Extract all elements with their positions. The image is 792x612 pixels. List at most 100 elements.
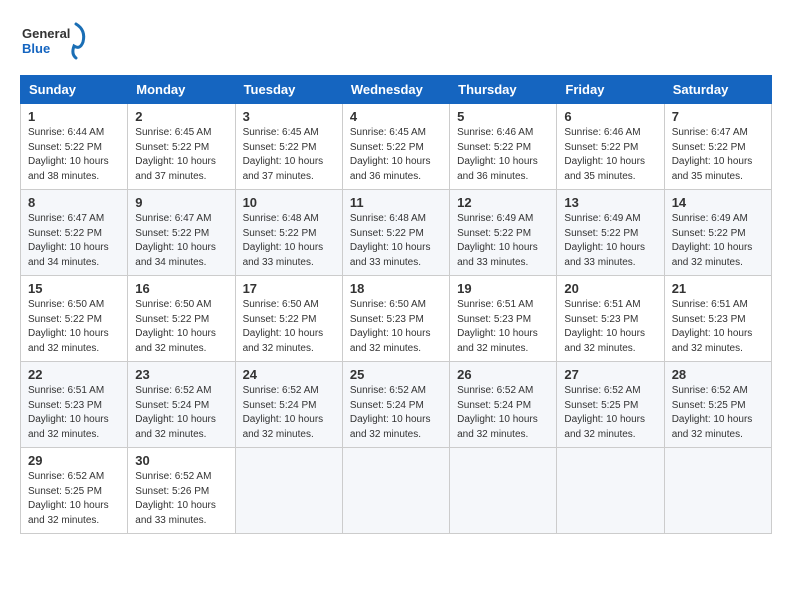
cell-text: Sunrise: 6:52 AM Sunset: 5:25 PM Dayligh… [672,384,764,442]
calendar-cell: 5 Sunrise: 6:46 AM Sunset: 5:22 PM Daylig… [450,104,557,190]
calendar-cell: 15 Sunrise: 6:50 AM Sunset: 5:22 PM Dayli… [21,276,128,362]
calendar-cell: 23 Sunrise: 6:52 AM Sunset: 5:24 PM Dayli… [128,362,235,448]
cell-text: Sunrise: 6:50 AM Sunset: 5:22 PM Dayligh… [28,298,120,356]
cell-text: Sunrise: 6:49 AM Sunset: 5:22 PM Dayligh… [672,212,764,270]
cell-text: Sunrise: 6:47 AM Sunset: 5:22 PM Dayligh… [672,126,764,184]
calendar-cell: 21 Sunrise: 6:51 AM Sunset: 5:23 PM Dayli… [664,276,771,362]
cell-text: Sunrise: 6:49 AM Sunset: 5:22 PM Dayligh… [457,212,549,270]
cell-text: Sunrise: 6:52 AM Sunset: 5:24 PM Dayligh… [243,384,335,442]
day-number: 4 [350,109,442,124]
day-number: 18 [350,281,442,296]
cell-text: Sunrise: 6:44 AM Sunset: 5:22 PM Dayligh… [28,126,120,184]
calendar-cell: 14 Sunrise: 6:49 AM Sunset: 5:22 PM Dayli… [664,190,771,276]
calendar-cell: 3 Sunrise: 6:45 AM Sunset: 5:22 PM Daylig… [235,104,342,190]
day-number: 8 [28,195,120,210]
cell-text: Sunrise: 6:50 AM Sunset: 5:22 PM Dayligh… [135,298,227,356]
week-row-3: 15 Sunrise: 6:50 AM Sunset: 5:22 PM Dayli… [21,276,772,362]
day-number: 1 [28,109,120,124]
calendar-cell: 29 Sunrise: 6:52 AM Sunset: 5:25 PM Dayli… [21,448,128,534]
cell-text: Sunrise: 6:52 AM Sunset: 5:25 PM Dayligh… [28,470,120,528]
calendar-cell: 10 Sunrise: 6:48 AM Sunset: 5:22 PM Dayli… [235,190,342,276]
day-number: 28 [672,367,764,382]
day-number: 16 [135,281,227,296]
calendar-cell: 28 Sunrise: 6:52 AM Sunset: 5:25 PM Dayli… [664,362,771,448]
calendar-cell: 19Sunrise: 6:51 AM Sunset: 5:23 PM Dayli… [450,276,557,362]
day-number: 23 [135,367,227,382]
day-number: 10 [243,195,335,210]
week-row-5: 29 Sunrise: 6:52 AM Sunset: 5:25 PM Dayli… [21,448,772,534]
cell-text: Sunrise: 6:52 AM Sunset: 5:24 PM Dayligh… [135,384,227,442]
calendar-cell: 26Sunrise: 6:52 AM Sunset: 5:24 PM Dayli… [450,362,557,448]
day-number: 5 [457,109,549,124]
calendar-cell [235,448,342,534]
calendar-cell: 16 Sunrise: 6:50 AM Sunset: 5:22 PM Dayli… [128,276,235,362]
calendar-cell: 1 Sunrise: 6:44 AM Sunset: 5:22 PM Daylig… [21,104,128,190]
cell-text: Sunrise: 6:51 AM Sunset: 5:23 PM Dayligh… [564,298,656,356]
week-row-2: 8 Sunrise: 6:47 AM Sunset: 5:22 PM Daylig… [21,190,772,276]
calendar-cell [557,448,664,534]
calendar-cell: 30 Sunrise: 6:52 AM Sunset: 5:26 PM Dayli… [128,448,235,534]
day-number: 6 [564,109,656,124]
day-number: 22 [28,367,120,382]
calendar-cell: 17Sunrise: 6:50 AM Sunset: 5:22 PM Dayli… [235,276,342,362]
calendar-cell: 20 Sunrise: 6:51 AM Sunset: 5:23 PM Dayli… [557,276,664,362]
day-number: 21 [672,281,764,296]
cell-text: Sunrise: 6:48 AM Sunset: 5:22 PM Dayligh… [350,212,442,270]
calendar-cell: 18 Sunrise: 6:50 AM Sunset: 5:23 PM Dayli… [342,276,449,362]
weekday-header-row: SundayMondayTuesdayWednesdayThursdayFrid… [21,76,772,104]
calendar-cell: 25 Sunrise: 6:52 AM Sunset: 5:24 PM Dayli… [342,362,449,448]
day-number: 11 [350,195,442,210]
cell-text: Sunrise: 6:48 AM Sunset: 5:22 PM Dayligh… [243,212,335,270]
calendar-cell: 2Sunrise: 6:45 AM Sunset: 5:22 PM Daylig… [128,104,235,190]
day-number: 9 [135,195,227,210]
calendar-cell: 13 Sunrise: 6:49 AM Sunset: 5:22 PM Dayli… [557,190,664,276]
day-number: 15 [28,281,120,296]
cell-text: Sunrise: 6:46 AM Sunset: 5:22 PM Dayligh… [564,126,656,184]
cell-text: Sunrise: 6:52 AM Sunset: 5:24 PM Dayligh… [350,384,442,442]
day-number: 29 [28,453,120,468]
day-number: 12 [457,195,549,210]
day-number: 3 [243,109,335,124]
calendar-cell: 4 Sunrise: 6:45 AM Sunset: 5:22 PM Daylig… [342,104,449,190]
day-number: 26 [457,367,549,382]
weekday-header-friday: Friday [557,76,664,104]
weekday-header-monday: Monday [128,76,235,104]
cell-text: Sunrise: 6:51 AM Sunset: 5:23 PM Dayligh… [672,298,764,356]
cell-text: Sunrise: 6:45 AM Sunset: 5:22 PM Dayligh… [350,126,442,184]
cell-text: Sunrise: 6:46 AM Sunset: 5:22 PM Dayligh… [457,126,549,184]
cell-text: Sunrise: 6:47 AM Sunset: 5:22 PM Dayligh… [135,212,227,270]
svg-text:General: General [22,26,70,41]
week-row-1: 1 Sunrise: 6:44 AM Sunset: 5:22 PM Daylig… [21,104,772,190]
weekday-header-tuesday: Tuesday [235,76,342,104]
calendar-cell: 7 Sunrise: 6:47 AM Sunset: 5:22 PM Daylig… [664,104,771,190]
calendar-cell: 9 Sunrise: 6:47 AM Sunset: 5:22 PM Daylig… [128,190,235,276]
week-row-4: 22 Sunrise: 6:51 AM Sunset: 5:23 PM Dayli… [21,362,772,448]
calendar-cell: 6 Sunrise: 6:46 AM Sunset: 5:22 PM Daylig… [557,104,664,190]
weekday-header-sunday: Sunday [21,76,128,104]
cell-text: Sunrise: 6:45 AM Sunset: 5:22 PM Dayligh… [243,126,335,184]
calendar-cell: 8 Sunrise: 6:47 AM Sunset: 5:22 PM Daylig… [21,190,128,276]
day-number: 30 [135,453,227,468]
day-number: 13 [564,195,656,210]
cell-text: Sunrise: 6:50 AM Sunset: 5:22 PM Dayligh… [243,298,335,356]
day-number: 7 [672,109,764,124]
cell-text: Sunrise: 6:50 AM Sunset: 5:23 PM Dayligh… [350,298,442,356]
day-number: 27 [564,367,656,382]
day-number: 24 [243,367,335,382]
day-number: 14 [672,195,764,210]
calendar-cell: 27Sunrise: 6:52 AM Sunset: 5:25 PM Dayli… [557,362,664,448]
calendar-cell: 12 Sunrise: 6:49 AM Sunset: 5:22 PM Dayli… [450,190,557,276]
day-number: 19 [457,281,549,296]
cell-text: Sunrise: 6:52 AM Sunset: 5:26 PM Dayligh… [135,470,227,528]
calendar-cell: 24 Sunrise: 6:52 AM Sunset: 5:24 PM Dayli… [235,362,342,448]
calendar-cell [450,448,557,534]
cell-text: Sunrise: 6:49 AM Sunset: 5:22 PM Dayligh… [564,212,656,270]
calendar-table: SundayMondayTuesdayWednesdayThursdayFrid… [20,75,772,534]
cell-text: Sunrise: 6:47 AM Sunset: 5:22 PM Dayligh… [28,212,120,270]
day-number: 25 [350,367,442,382]
weekday-header-wednesday: Wednesday [342,76,449,104]
calendar-cell [342,448,449,534]
logo: General Blue [20,20,90,65]
day-number: 20 [564,281,656,296]
cell-text: Sunrise: 6:51 AM Sunset: 5:23 PM Dayligh… [28,384,120,442]
